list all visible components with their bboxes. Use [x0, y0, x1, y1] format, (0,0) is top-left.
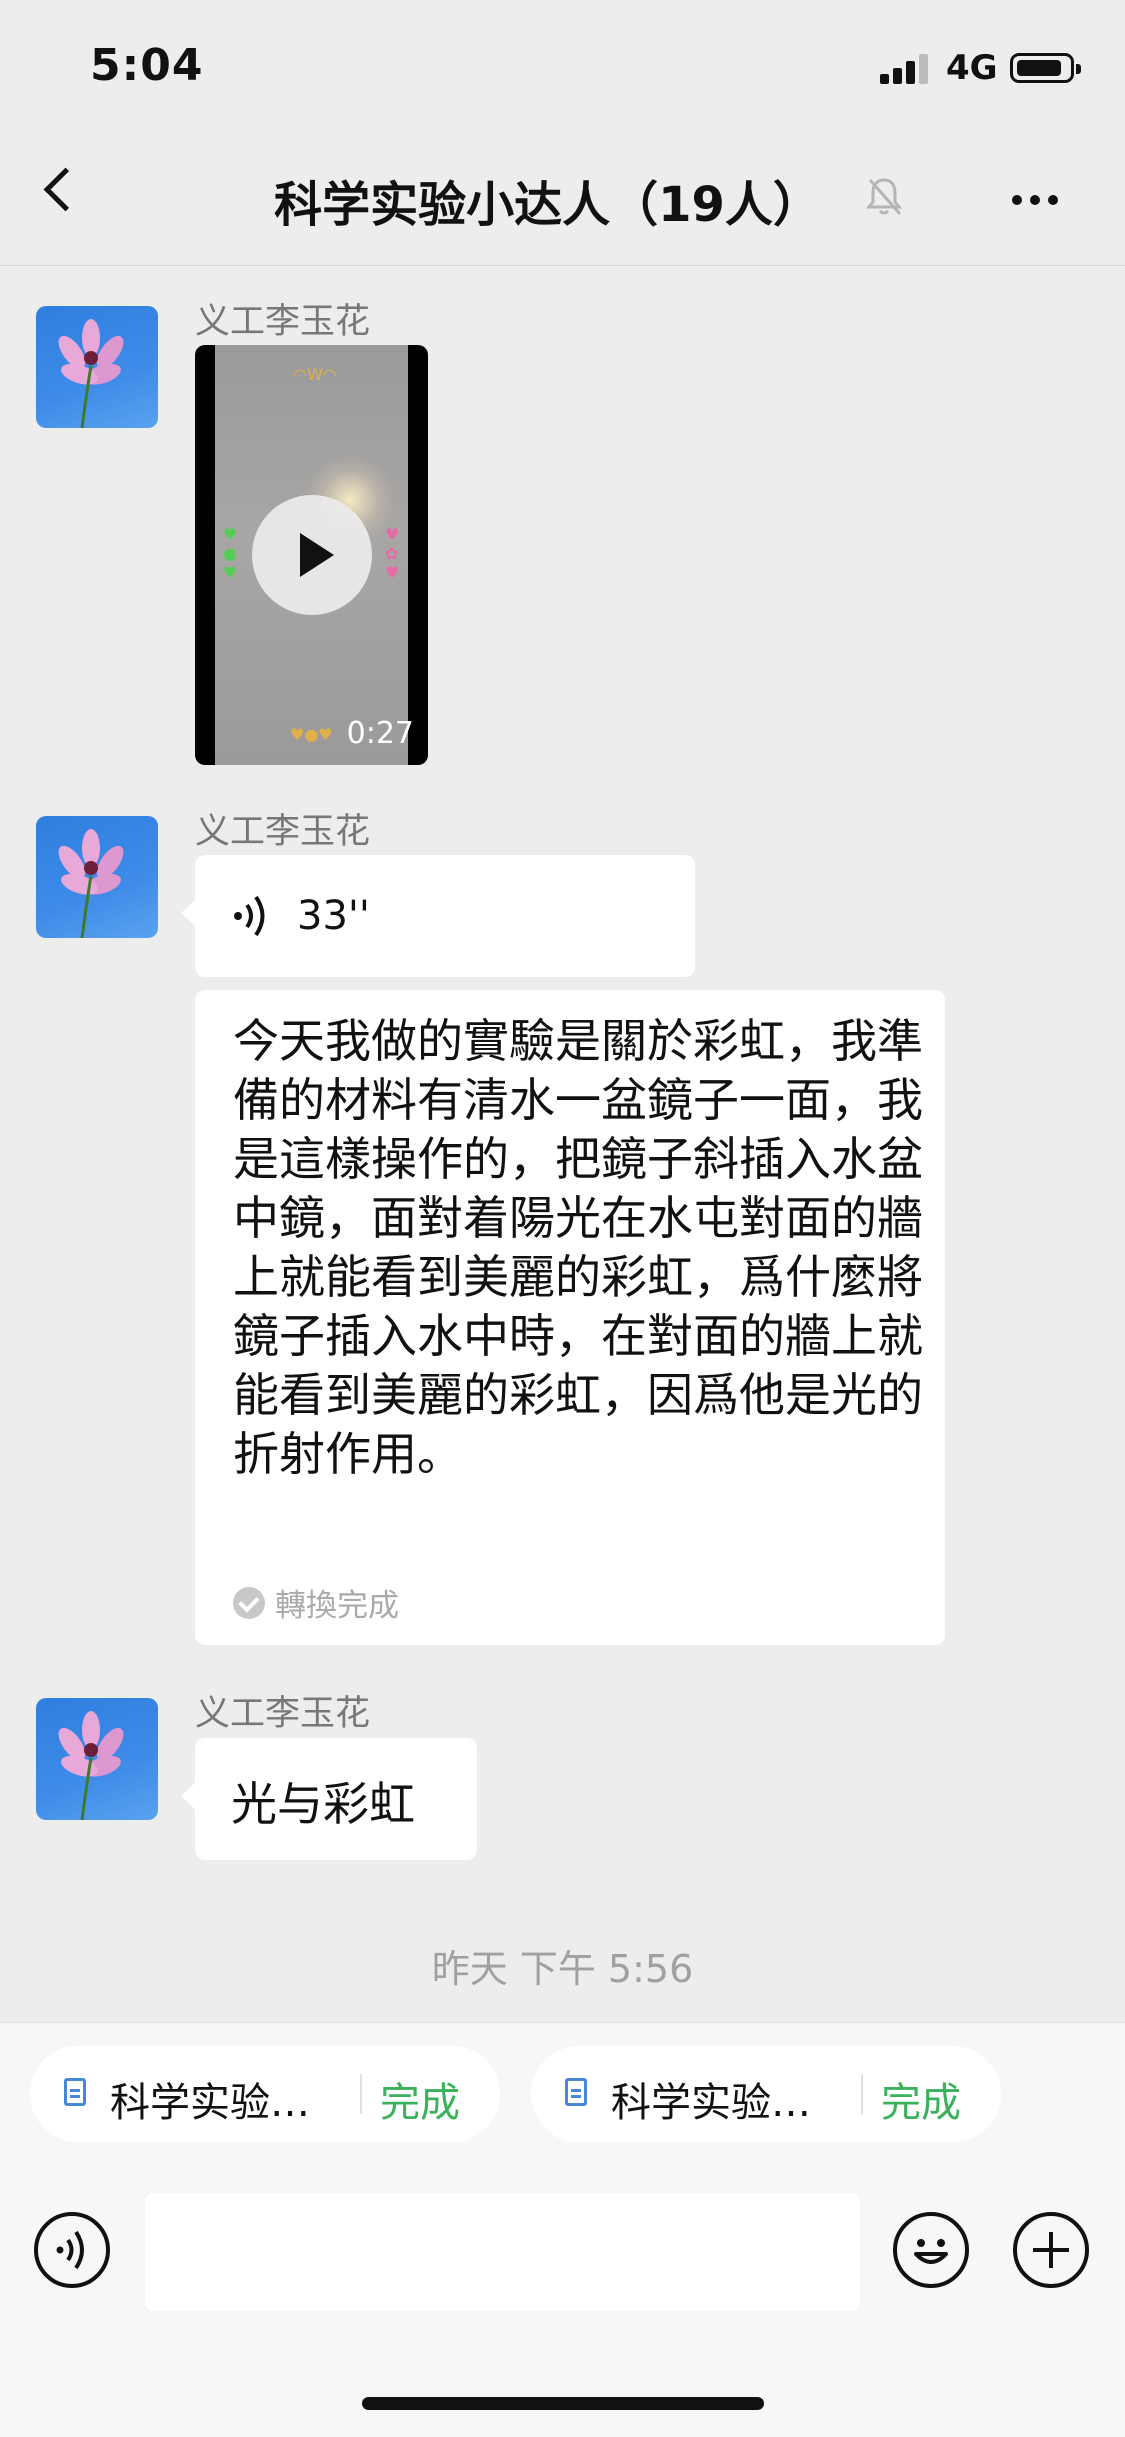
quick-chip[interactable]: 科学实验… 完成: [30, 2046, 500, 2142]
emoji-icon: [914, 2239, 948, 2264]
chat-title: 科学实验小达人（19人）: [274, 177, 821, 233]
more-icon[interactable]: [1012, 190, 1066, 209]
voice-wave-icon: [234, 895, 265, 937]
document-icon: [565, 2078, 587, 2106]
transcript-status: 轉換完成: [233, 1580, 399, 1625]
status-time: 5:04: [90, 40, 204, 91]
plus-icon: [1033, 2232, 1069, 2268]
video-message[interactable]: ♥ ● ♥ ♥ ✿ ♥ ◠W◠ ♥●♥ 0:27: [195, 345, 428, 765]
chip-name: 科学实验…: [611, 2080, 811, 2126]
check-icon: [233, 1586, 265, 1619]
plus-button[interactable]: [1013, 2212, 1089, 2288]
video-duration: 0:27: [346, 716, 414, 751]
sender-name: 义工李玉花: [195, 302, 371, 342]
chip-state: 完成: [881, 2080, 961, 2126]
battery-icon: [1010, 53, 1081, 83]
voice-duration: 33'': [297, 893, 370, 939]
signal-icon: [880, 52, 932, 84]
message-input[interactable]: [145, 2193, 860, 2311]
mute-bell-icon: [865, 178, 903, 215]
avatar[interactable]: [36, 816, 158, 938]
voice-input-button[interactable]: [34, 2212, 110, 2288]
sender-name: 义工李玉花: [195, 812, 371, 852]
quick-chip[interactable]: 科学实验… 完成: [531, 2046, 1001, 2142]
document-icon: [64, 2078, 86, 2106]
voice-message[interactable]: 33'': [181, 855, 695, 977]
avatar[interactable]: [36, 306, 158, 428]
message-text: 光与彩虹: [231, 1777, 415, 1831]
voice-transcript: 今天我做的實驗是關於彩虹，我準備的材料有清水一盆鏡子一面，我是這樣操作的，把鏡子…: [195, 990, 945, 1645]
home-indicator: [362, 2397, 764, 2410]
emoji-button[interactable]: [893, 2212, 969, 2288]
sender-name: 义工李玉花: [195, 1694, 371, 1734]
voice-input-icon: [56, 2230, 84, 2270]
network-type: 4G: [946, 48, 998, 88]
avatar[interactable]: [36, 1698, 158, 1820]
text-message[interactable]: 光与彩虹: [181, 1738, 477, 1860]
play-button[interactable]: [252, 495, 372, 615]
transcript-text: 今天我做的實驗是關於彩虹，我準備的材料有清水一盆鏡子一面，我是這樣操作的，把鏡子…: [233, 1014, 923, 1481]
timestamp: 昨天 下午 5:56: [431, 1947, 694, 1991]
chip-state: 完成: [380, 2080, 460, 2126]
chip-name: 科学实验…: [110, 2080, 310, 2126]
